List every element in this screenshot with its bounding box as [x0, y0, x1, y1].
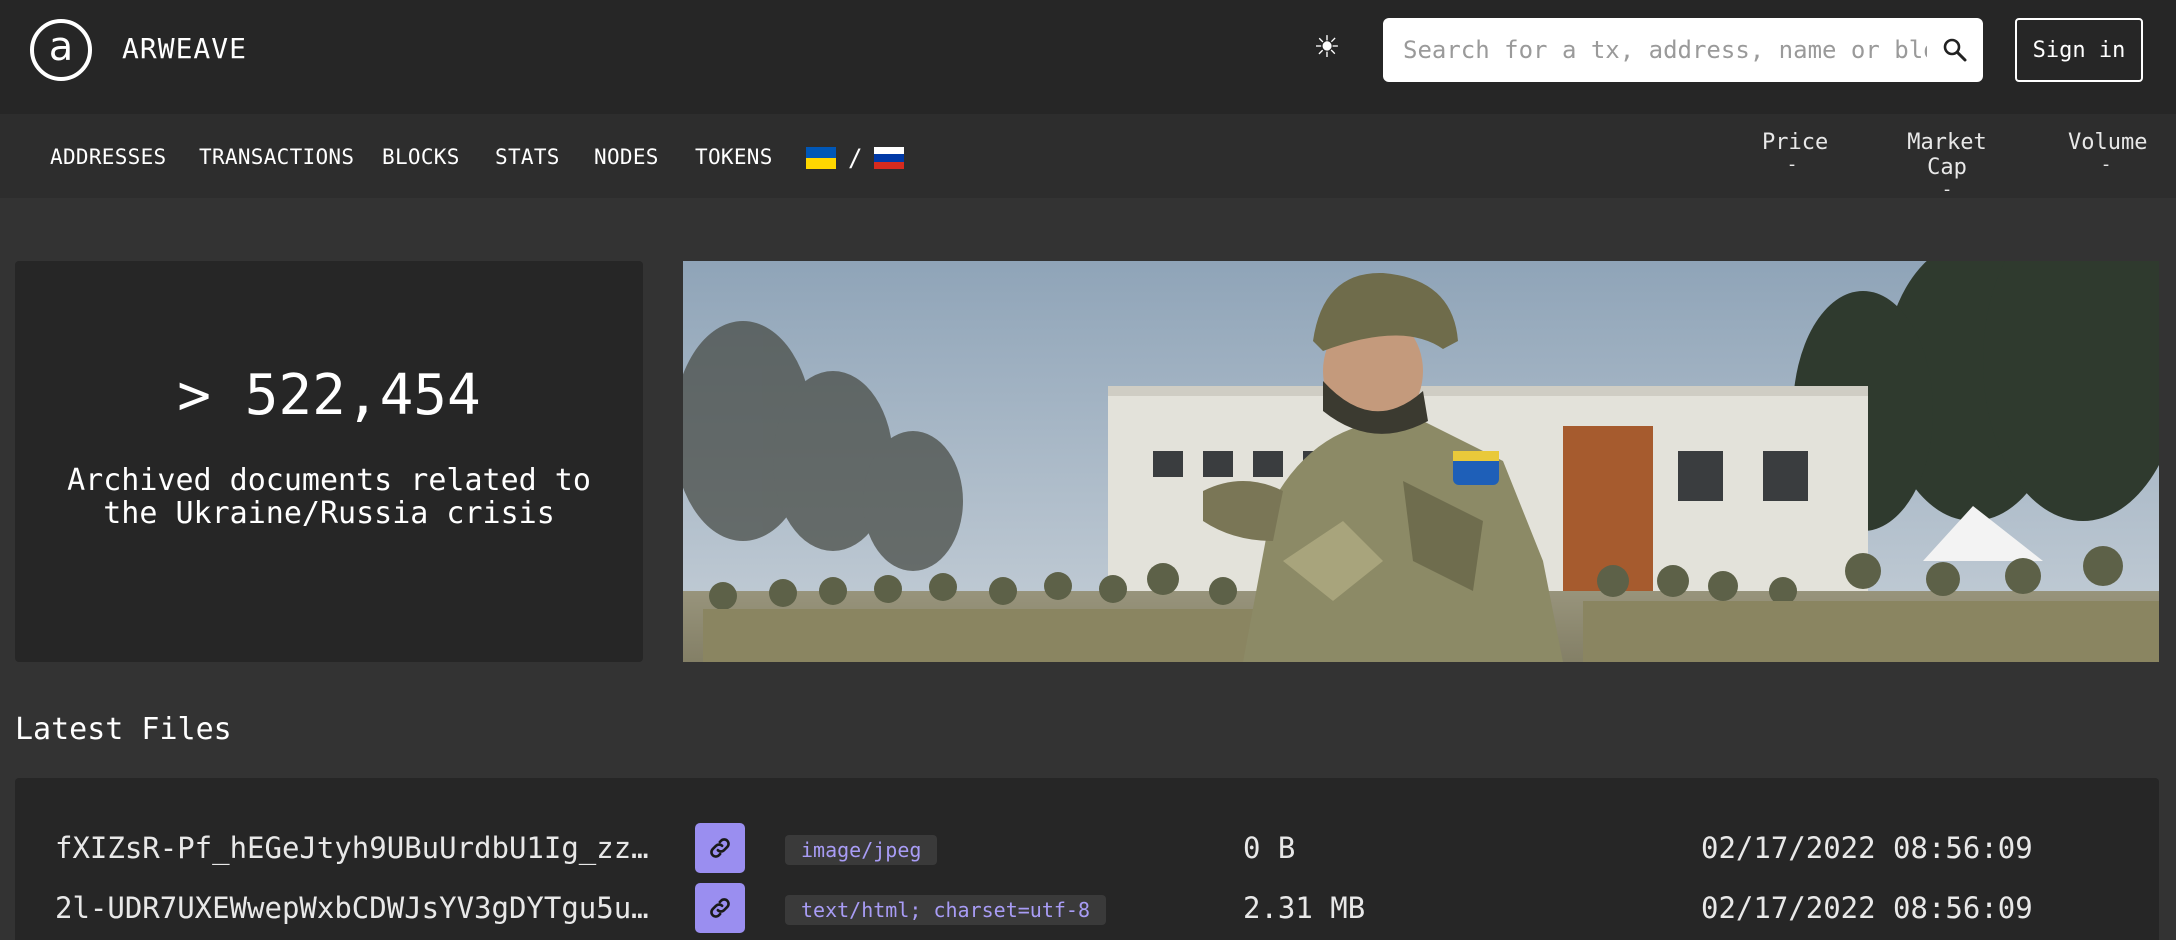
search-icon[interactable] [1927, 18, 1983, 82]
soldiers-photo [683, 261, 2159, 662]
russia-flag-icon[interactable] [874, 147, 905, 169]
market-price-label: Price [1762, 130, 1829, 155]
file-size: 0 B [1243, 831, 1296, 865]
latest-files-title: Latest Files [15, 712, 232, 747]
top-header: a ARWEAVE ☀ Sign in [0, 0, 2176, 114]
nav-bar: ADDRESSES TRANSACTIONS BLOCKS STATS NODE… [0, 114, 2176, 200]
mime-badge: text/html; charset=utf-8 [785, 895, 1106, 925]
nav-item-blocks[interactable]: BLOCKS [382, 145, 460, 169]
logo-letter: a [48, 24, 74, 70]
search-box [1383, 18, 1983, 82]
market-cap-value: - [1941, 179, 1953, 200]
sign-in-button[interactable]: Sign in [2015, 18, 2143, 82]
archived-count: > 522,454 [177, 363, 481, 428]
brand-name[interactable]: ARWEAVE [122, 32, 247, 65]
archived-description: Archived documents related to the Ukrain… [67, 463, 591, 531]
market-cap-label: Market Cap [1907, 130, 1987, 180]
market-price: Price - [1762, 130, 1828, 175]
mime-badge: image/jpeg [785, 835, 938, 865]
latest-files-table: fXIZsR-Pf_hEGeJtyh9UBuUrdbU1Ig_zz6Ue… im… [15, 778, 2159, 940]
nav-item-transactions[interactable]: TRANSACTIONS [199, 145, 354, 169]
search-input[interactable] [1383, 18, 1927, 82]
market-price-value: - [1786, 154, 1798, 175]
file-size: 2.31 MB [1243, 891, 1366, 925]
table-row: fXIZsR-Pf_hEGeJtyh9UBuUrdbU1Ig_zz6Ue… im… [15, 823, 2159, 875]
market-volume: Volume - [2068, 130, 2148, 175]
language-switcher: / [806, 144, 905, 172]
nav-item-stats[interactable]: STATS [495, 145, 560, 169]
file-date: 02/17/2022 08:56:09 [1701, 831, 2033, 865]
file-id[interactable]: 2l-UDR7UXEWwepWxbCDWJsYV3gDYTgu5uvxg… [55, 891, 655, 925]
sun-icon[interactable]: ☀ [1310, 30, 1344, 65]
arweave-logo-icon[interactable]: a [30, 19, 92, 81]
flag-separator: / [848, 144, 863, 172]
nav-item-nodes[interactable]: NODES [594, 145, 659, 169]
link-icon[interactable] [695, 883, 745, 933]
link-icon[interactable] [695, 823, 745, 873]
ukraine-flag-icon[interactable] [806, 147, 836, 169]
archive-stat-card: > 522,454 Archived documents related to … [15, 261, 643, 662]
nav-item-addresses[interactable]: ADDRESSES [50, 145, 167, 169]
file-date: 02/17/2022 08:56:09 [1701, 891, 2033, 925]
market-volume-value: - [2100, 154, 2112, 175]
market-volume-label: Volume [2068, 130, 2148, 155]
file-id[interactable]: fXIZsR-Pf_hEGeJtyh9UBuUrdbU1Ig_zz6Ue… [55, 831, 655, 865]
nav-item-tokens[interactable]: TOKENS [695, 145, 773, 169]
market-cap: Market Cap - [1886, 130, 2008, 200]
table-row: 2l-UDR7UXEWwepWxbCDWJsYV3gDYTgu5uvxg… te… [15, 883, 2159, 935]
